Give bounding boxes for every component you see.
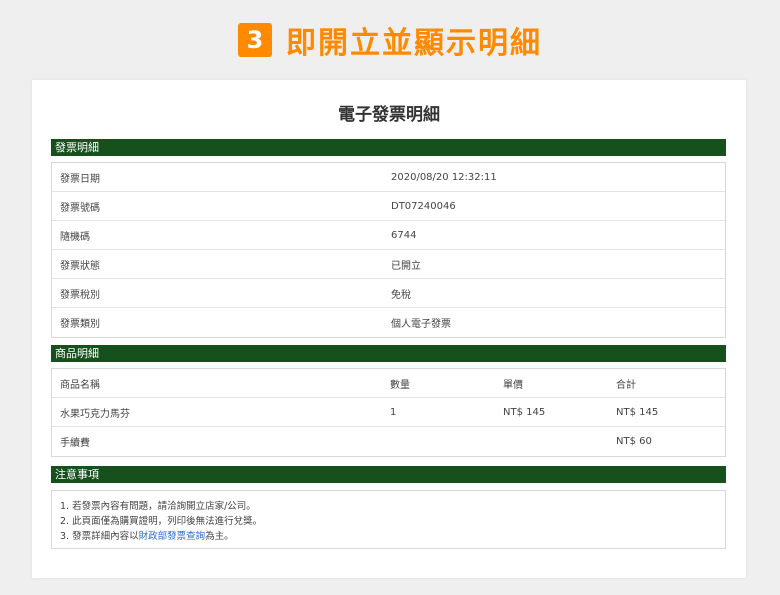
product-name: 手續費 (60, 438, 90, 449)
notes-box: 1. 若發票內容有問題，請洽詢開立店家/公司。 2. 此頁面僅為購買證明，列印後… (51, 490, 726, 549)
row-value: 免稅 (391, 289, 411, 301)
row-label: 發票稅別 (60, 289, 100, 301)
table-row: 隨機碼 6744 (52, 221, 725, 250)
table-row: 水果巧克力馬芬 1 NT$ 145 NT$ 145 (52, 398, 725, 427)
product-total: NT$ 60 (616, 436, 652, 447)
column-header-qty: 數量 (390, 379, 410, 391)
invoice-section-header: 發票明細 (51, 139, 726, 156)
note-item: 2. 此頁面僅為購買證明，列印後無法進行兌獎。 (60, 516, 263, 527)
step-banner: 3 即開立並顯示明細 (0, 18, 780, 62)
column-header-price: 單價 (503, 379, 523, 391)
product-qty: 1 (390, 406, 397, 418)
product-section-header: 商品明細 (51, 345, 726, 362)
banner-title: 即開立並顯示明細 (286, 26, 542, 61)
invoice-details-table: 發票日期 2020/08/20 12:32:11 發票號碼 DT07240046… (51, 162, 726, 338)
row-value: 6744 (391, 229, 417, 241)
note-text: 為主。 (205, 531, 234, 542)
mof-invoice-query-link[interactable]: 財政部發票查詢 (139, 531, 206, 542)
table-row: 發票類別 個人電子發票 (52, 308, 725, 337)
note-text: 3. 發票詳細內容以 (60, 531, 139, 542)
product-total: NT$ 145 (616, 406, 659, 418)
note-item: 3. 發票詳細內容以財政部發票查詢為主。 (60, 529, 717, 544)
table-row: 發票稅別 免稅 (52, 279, 725, 308)
step-number-badge: 3 (238, 23, 272, 57)
product-name: 水果巧克力馬芬 (60, 408, 130, 420)
row-label: 發票號碼 (60, 202, 100, 214)
table-row: 發票狀態 已開立 (52, 250, 725, 279)
row-value: DT07240046 (391, 200, 456, 212)
product-price: NT$ 145 (503, 406, 546, 418)
row-label: 發票狀態 (60, 260, 100, 272)
table-row: 發票日期 2020/08/20 12:32:11 (52, 163, 725, 192)
column-header-name: 商品名稱 (60, 379, 100, 391)
table-row: 手續費 NT$ 60 (52, 427, 725, 456)
row-value: 2020/08/20 12:32:11 (391, 171, 497, 183)
row-label: 發票日期 (60, 173, 100, 185)
table-row: 發票號碼 DT07240046 (52, 192, 725, 221)
row-label: 發票類別 (60, 319, 100, 330)
notes-list: 1. 若發票內容有問題，請洽詢開立店家/公司。 2. 此頁面僅為購買證明，列印後… (52, 491, 725, 552)
invoice-detail-card: 電子發票明細 發票明細 發票日期 2020/08/20 12:32:11 發票號… (32, 80, 746, 578)
row-label: 隨機碼 (60, 231, 90, 243)
table-header-row: 商品名稱 數量 單價 合計 (52, 369, 725, 398)
page-title: 電子發票明細 (338, 105, 440, 125)
row-value: 已開立 (391, 260, 421, 272)
note-item: 1. 若發票內容有問題，請洽詢開立店家/公司。 (60, 501, 256, 512)
notes-section-header: 注意事項 (51, 466, 726, 483)
column-header-total: 合計 (616, 379, 636, 391)
product-details-table: 商品名稱 數量 單價 合計 水果巧克力馬芬 1 NT$ 145 NT$ 145 … (51, 368, 726, 457)
row-value: 個人電子發票 (391, 319, 451, 330)
